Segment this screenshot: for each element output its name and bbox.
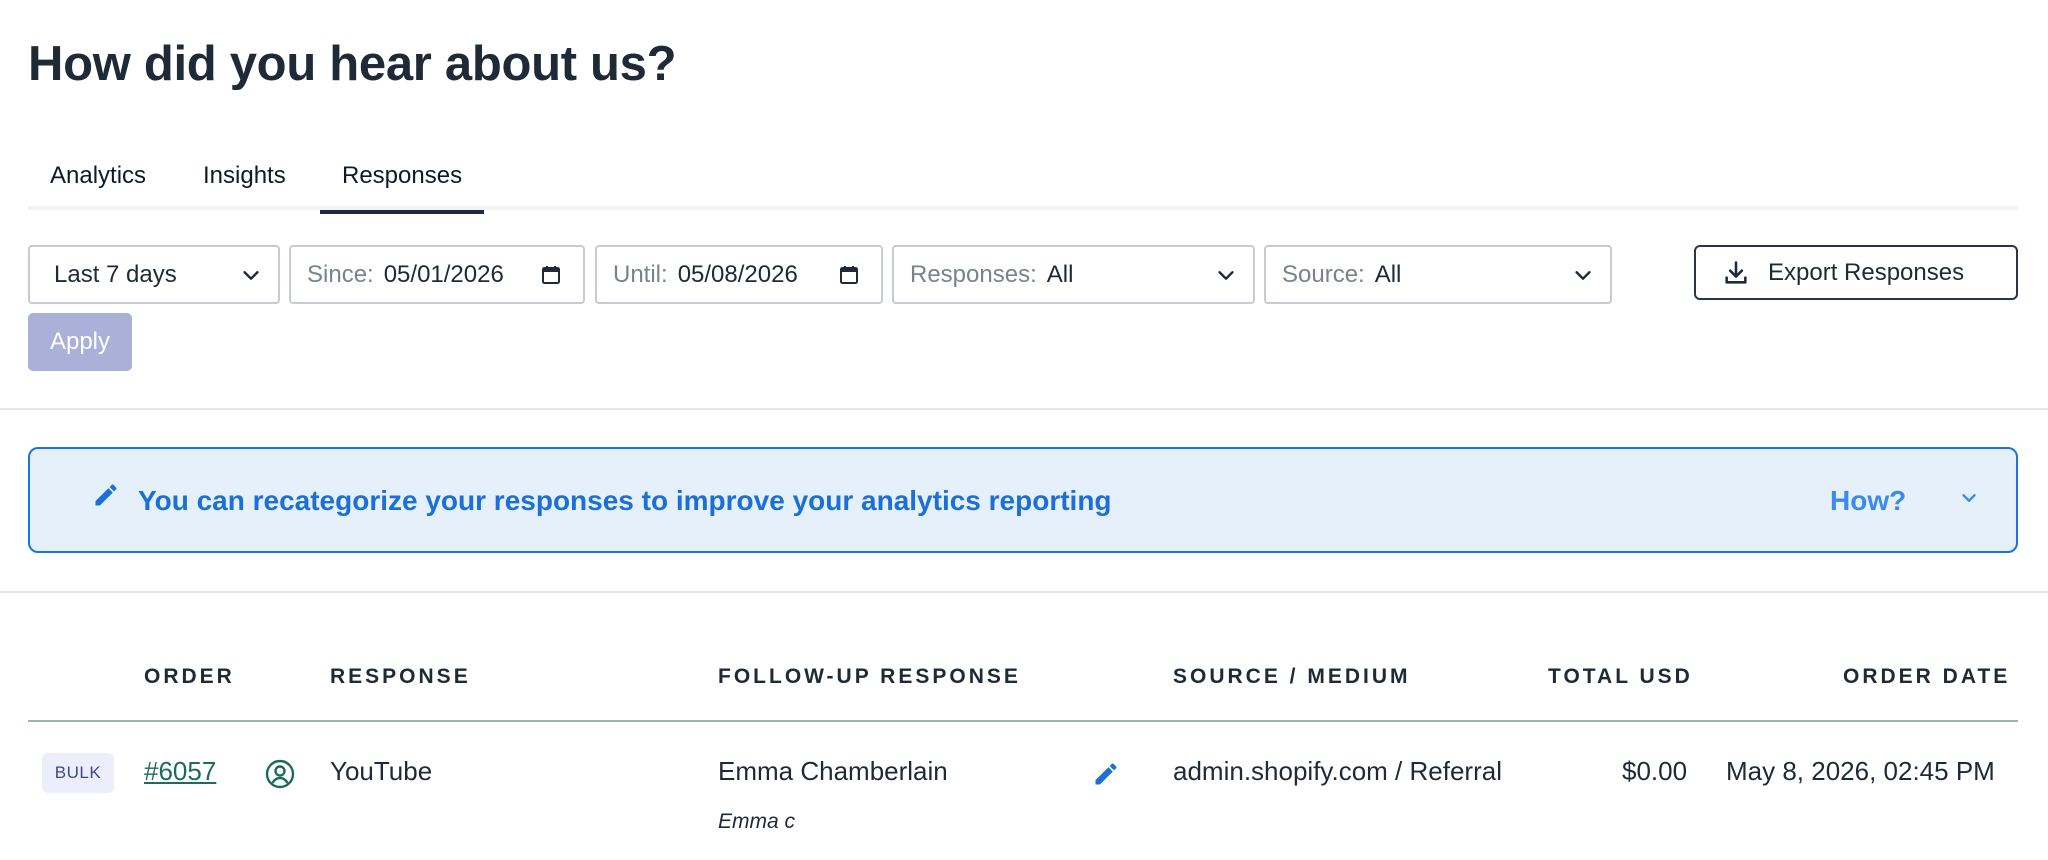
since-date-input[interactable]: Since: 05/01/2026	[289, 245, 585, 304]
apply-button[interactable]: Apply	[28, 313, 132, 371]
bulk-badge: BULK	[42, 753, 114, 793]
calendar-icon[interactable]	[837, 263, 861, 287]
pencil-icon	[95, 484, 117, 506]
order-link[interactable]: #6057	[144, 756, 216, 787]
until-label: Until:	[613, 260, 668, 288]
followup-raw-text: Emma c	[718, 810, 796, 833]
export-responses-label: Export Responses	[1768, 258, 1965, 286]
calendar-icon[interactable]	[539, 263, 563, 287]
export-responses-button[interactable]: Export Responses	[1694, 245, 2018, 300]
responses-filter-value: All	[1046, 260, 1074, 288]
column-header-response: RESPONSE	[330, 665, 471, 688]
tab-responses[interactable]: Responses	[319, 162, 485, 214]
banner-text: You can recategorize your responses to i…	[138, 485, 1112, 516]
customer-profile-icon[interactable]	[264, 758, 296, 790]
divider	[0, 591, 2048, 593]
tab-analytics[interactable]: Analytics	[50, 162, 146, 210]
column-header-order: ORDER	[144, 665, 235, 688]
source-medium-cell: admin.shopify.com / Referral	[1173, 756, 1502, 786]
date-range-select[interactable]: Last 7 days	[28, 245, 280, 304]
column-header-total: TOTAL USD	[1548, 665, 1693, 688]
divider	[0, 408, 2048, 410]
recategorize-banner: You can recategorize your responses to i…	[28, 447, 2018, 553]
since-value: 05/01/2026	[383, 260, 504, 288]
column-header-followup: FOLLOW-UP RESPONSE	[718, 665, 1021, 688]
total-cell: $0.00	[1622, 756, 1688, 786]
table-header-divider	[28, 720, 2018, 722]
since-label: Since:	[307, 260, 374, 288]
download-icon	[1725, 260, 1747, 284]
tab-insights[interactable]: Insights	[203, 162, 286, 210]
column-header-source-medium: SOURCE / MEDIUM	[1173, 665, 1411, 688]
until-date-input[interactable]: Until: 05/08/2026	[595, 245, 883, 304]
response-cell: YouTube	[330, 756, 433, 786]
source-filter-select[interactable]: Source: All	[1264, 245, 1612, 304]
responses-filter-select[interactable]: Responses: All	[892, 245, 1255, 304]
chevron-down-icon	[243, 271, 259, 280]
page-title: How did you hear about us?	[28, 37, 677, 91]
until-value: 05/08/2026	[677, 260, 798, 288]
date-range-value: Last 7 days	[54, 260, 177, 288]
chevron-down-icon[interactable]	[1958, 487, 1980, 509]
tab-bar: Analytics Insights Responses	[28, 152, 2018, 214]
order-date-cell: May 8, 2026, 02:45 PM	[1726, 756, 1995, 786]
source-filter-label: Source:	[1282, 260, 1365, 288]
chevron-down-icon	[1218, 271, 1234, 280]
column-header-order-date: ORDER DATE	[1843, 665, 2011, 688]
followup-cell: Emma Chamberlain	[718, 756, 948, 786]
responses-filter-label: Responses:	[910, 260, 1037, 288]
source-filter-value: All	[1374, 260, 1402, 288]
chevron-down-icon	[1575, 271, 1591, 280]
how-toggle[interactable]: How?	[1830, 485, 1906, 517]
pencil-icon[interactable]	[1092, 760, 1120, 788]
